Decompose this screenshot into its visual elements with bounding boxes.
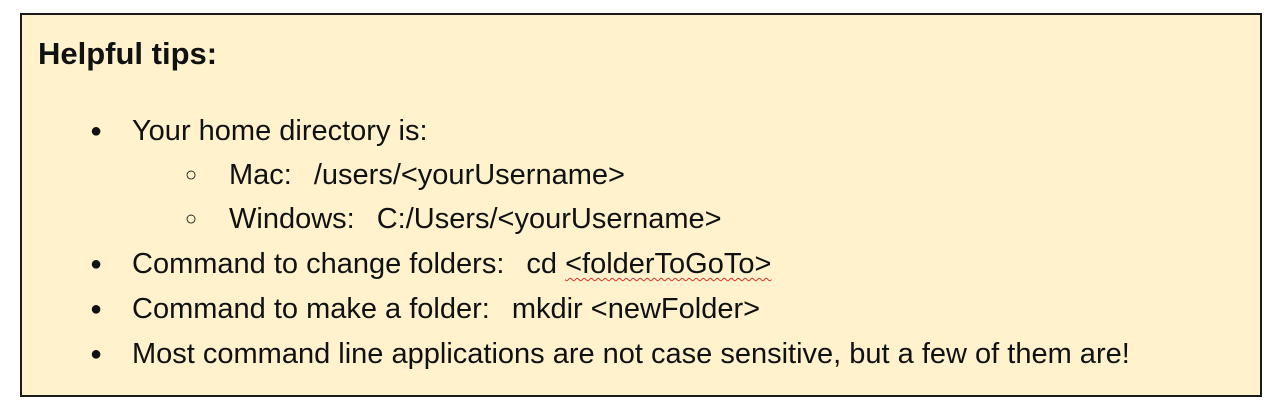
- mac-path: /users/<yourUsername>: [313, 159, 625, 191]
- cd-argument: <folderToGoTo>: [565, 248, 772, 280]
- filled-bullet-icon: ●: [89, 298, 103, 320]
- mac-label: Mac:: [229, 159, 292, 191]
- change-folders-label: Command to change folders:: [132, 248, 505, 280]
- filled-bullet-icon: ●: [89, 120, 103, 142]
- cd-command: cd: [526, 248, 558, 280]
- home-directory-label: Your home directory is:: [132, 115, 428, 147]
- mac-path-text: Mac: /users/<yourUsername>: [229, 157, 625, 193]
- helpful-tips-box: Helpful tips: ● Your home directory is: …: [20, 13, 1262, 397]
- windows-path: C:/Users/<yourUsername>: [376, 203, 722, 235]
- make-folder-text: Command to make a folder: mkdir <newFolde…: [132, 291, 760, 327]
- filled-bullet-icon: ●: [89, 343, 103, 365]
- helpful-tips-title: Helpful tips:: [38, 36, 218, 71]
- case-sensitivity-note: Most command line applications are not c…: [132, 338, 1130, 370]
- hollow-bullet-icon: ○: [184, 164, 198, 186]
- filled-bullet-icon: ●: [89, 253, 103, 275]
- windows-label: Windows:: [229, 203, 355, 235]
- make-folder-label: Command to make a folder:: [132, 293, 490, 325]
- change-folders-text: Command to change folders: cd <folderToGo…: [132, 246, 771, 282]
- hollow-bullet-icon: ○: [184, 208, 198, 230]
- mkdir-command: mkdir <newFolder>: [511, 293, 761, 325]
- windows-path-text: Windows: C:/Users/<yourUsername>: [229, 201, 722, 237]
